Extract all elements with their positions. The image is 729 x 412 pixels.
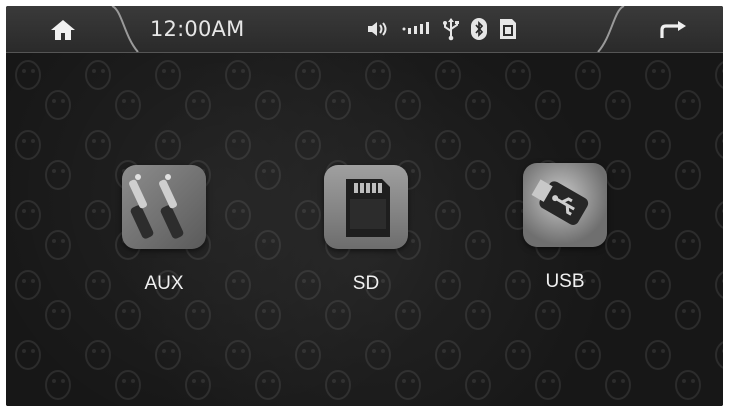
app-sd[interactable]: SD bbox=[306, 165, 426, 295]
back-icon bbox=[660, 21, 686, 38]
app-usb[interactable]: USB bbox=[505, 163, 625, 293]
aux-cable-icon bbox=[129, 174, 184, 239]
clock: 12:00AM bbox=[150, 17, 245, 41]
usb-icon bbox=[443, 18, 459, 41]
usb-label: USB bbox=[545, 271, 585, 292]
status-icons bbox=[366, 17, 518, 41]
bluetooth-icon bbox=[471, 18, 487, 40]
sd-label: SD bbox=[352, 273, 380, 294]
back-button[interactable] bbox=[658, 20, 688, 40]
sd-tile[interactable] bbox=[324, 165, 408, 249]
screen: 12:00AM AUX SD USB bbox=[6, 6, 723, 406]
sd-card-icon bbox=[500, 19, 516, 39]
signal-icon bbox=[402, 22, 429, 34]
usb-tile[interactable] bbox=[523, 163, 607, 247]
app-aux[interactable]: AUX bbox=[104, 165, 224, 295]
volume-icon bbox=[368, 22, 387, 36]
home-button[interactable] bbox=[50, 19, 76, 41]
sd-card-icon bbox=[346, 179, 390, 237]
tab-divider-right bbox=[597, 6, 625, 52]
aux-tile[interactable] bbox=[122, 165, 206, 249]
aux-label: AUX bbox=[144, 273, 184, 294]
home-icon bbox=[51, 20, 75, 40]
usb-drive-icon bbox=[531, 179, 589, 225]
status-bar: 12:00AM bbox=[6, 6, 723, 53]
tab-divider-left bbox=[111, 6, 139, 52]
